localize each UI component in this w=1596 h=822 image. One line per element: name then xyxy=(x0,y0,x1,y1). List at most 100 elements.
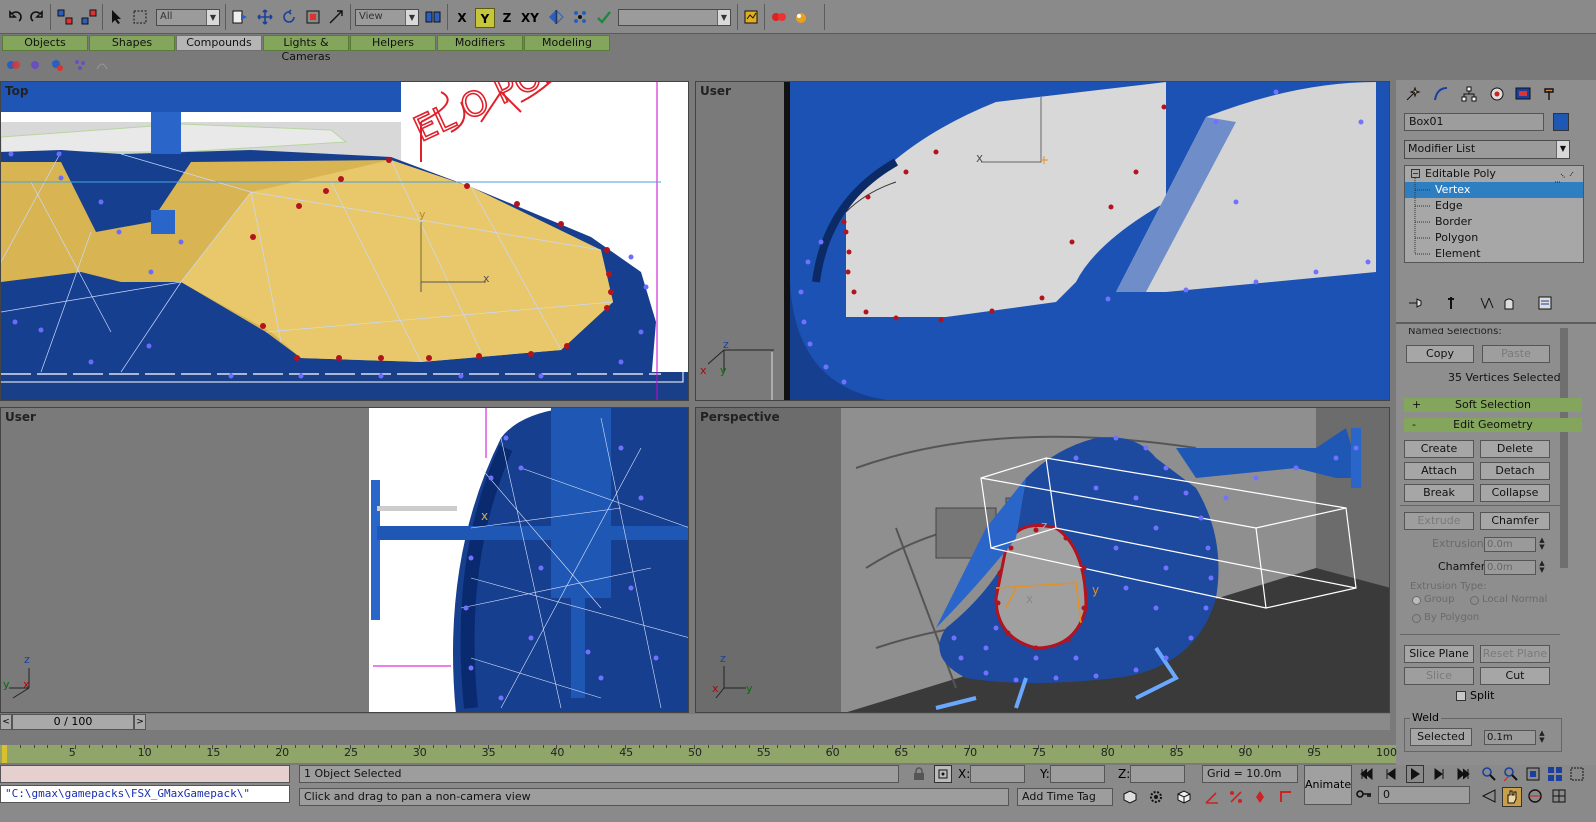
spinner-snap-icon[interactable] xyxy=(1252,789,1268,805)
boolean-icon[interactable] xyxy=(4,56,22,74)
snap-pivot-icon[interactable] xyxy=(327,8,345,26)
key-mode-icon[interactable] xyxy=(1356,786,1372,804)
lock-selection-icon[interactable] xyxy=(912,767,926,781)
field-of-view-icon[interactable] xyxy=(1480,787,1498,805)
object-color-swatch[interactable] xyxy=(1553,113,1569,131)
scale-icon[interactable] xyxy=(304,8,322,26)
animate-button[interactable]: Animate xyxy=(1304,765,1352,805)
undo-icon[interactable] xyxy=(6,8,24,26)
axis-z-button[interactable]: Z xyxy=(497,8,517,28)
next-frame-icon[interactable] xyxy=(1430,765,1448,783)
render-icon[interactable] xyxy=(792,8,810,26)
configure-modifier-sets-icon[interactable] xyxy=(1536,294,1554,312)
maxscript-listener-output[interactable]: "C:\gmax\gamepacks\FSX_GMaxGamepack\" xyxy=(0,785,290,803)
select-arrow-icon[interactable] xyxy=(108,8,126,26)
time-slider-thumb[interactable]: 0 / 100 xyxy=(12,714,134,730)
track-bar[interactable]: 5 10 15 20 25 30 35 40 45 50 55 60 65 70 75 80 85 90 95 100 xyxy=(0,745,1397,763)
weld-threshold-spinner[interactable]: 0.1m xyxy=(1484,730,1536,745)
attach-button[interactable]: Attach xyxy=(1404,462,1474,480)
rollout-scrollbar[interactable] xyxy=(1560,328,1568,568)
axis-y-button[interactable]: Y xyxy=(475,8,495,28)
go-to-end-icon[interactable] xyxy=(1454,765,1472,783)
show-end-result-icon[interactable] xyxy=(1442,294,1460,312)
remove-modifier-icon[interactable] xyxy=(1500,294,1518,312)
tab-objects[interactable]: Objects xyxy=(2,35,88,51)
axis-x-button[interactable]: X xyxy=(452,8,472,28)
region-zoom-icon[interactable] xyxy=(1568,765,1586,783)
region-select-icon[interactable] xyxy=(131,8,149,26)
material-editor-icon[interactable] xyxy=(770,8,788,26)
chevron-left-icon[interactable]: < xyxy=(0,714,12,730)
by-polygon-radio[interactable] xyxy=(1412,614,1421,623)
reset-plane-button[interactable]: Reset Plane xyxy=(1480,645,1550,663)
viewport-top[interactable]: Top y x EL O POR xyxy=(0,81,689,401)
modify-panel-icon[interactable] xyxy=(1432,85,1450,103)
create-button[interactable]: Create xyxy=(1404,440,1474,458)
tab-shapes[interactable]: Shapes xyxy=(89,35,175,51)
group-radio[interactable] xyxy=(1412,596,1421,605)
cube-snap-icon[interactable] xyxy=(1122,789,1138,805)
split-checkbox[interactable] xyxy=(1456,691,1466,701)
hierarchy-panel-icon[interactable] xyxy=(1460,85,1478,103)
selection-filter-dropdown[interactable]: All ▼ xyxy=(156,9,220,26)
spinner-arrows-icon[interactable]: ▲ ▼ xyxy=(1537,560,1547,575)
viewport-user-bottom-left[interactable]: User x z x y xyxy=(0,407,689,713)
make-unique-icon[interactable] xyxy=(1478,294,1496,312)
spinner-arrows-icon[interactable]: ▲ ▼ xyxy=(1537,537,1547,552)
time-slider-track[interactable] xyxy=(0,714,1390,730)
chevron-right-icon[interactable]: > xyxy=(134,714,146,730)
select-by-name-icon[interactable] xyxy=(231,8,249,26)
motion-panel-icon[interactable] xyxy=(1488,85,1506,103)
array-icon[interactable] xyxy=(571,8,589,26)
soft-selection-rollout[interactable]: + Soft Selection xyxy=(1404,398,1582,412)
collapse-button[interactable]: Collapse xyxy=(1480,484,1550,502)
viewport-perspective[interactable]: Perspective y x z z x y xyxy=(695,407,1390,713)
edit-geometry-rollout[interactable]: - Edit Geometry xyxy=(1404,418,1582,432)
current-frame-field[interactable]: 0 xyxy=(1378,786,1470,804)
y-coordinate-field[interactable] xyxy=(1050,765,1105,783)
min-max-toggle-icon[interactable] xyxy=(1550,787,1568,805)
previous-frame-icon[interactable] xyxy=(1382,765,1400,783)
copy-button[interactable]: Copy xyxy=(1406,345,1474,363)
slice-plane-button[interactable]: Slice Plane xyxy=(1404,645,1474,663)
angle-snap-icon[interactable] xyxy=(1204,789,1220,805)
object-name-field[interactable]: Box01 xyxy=(1404,113,1544,131)
gear-icon[interactable] xyxy=(1148,789,1164,805)
maxscript-listener-top[interactable] xyxy=(0,765,290,783)
extrude-button[interactable]: Extrude xyxy=(1404,512,1474,530)
tab-helpers[interactable]: Helpers xyxy=(350,35,436,51)
rotate-icon[interactable] xyxy=(280,8,298,26)
paste-button[interactable]: Paste xyxy=(1482,345,1550,363)
viewport-user-top-right[interactable]: User x + z x y xyxy=(695,81,1390,401)
select-and-link-icon[interactable] xyxy=(56,8,74,26)
chamfer-spinner[interactable]: 0.0m xyxy=(1484,560,1536,575)
modifier-list-dropdown[interactable]: Modifier List ▼ xyxy=(1404,140,1570,159)
arc-rotate-icon[interactable] xyxy=(1526,787,1544,805)
pin-stack-icon[interactable] xyxy=(1406,294,1424,312)
x-coordinate-field[interactable] xyxy=(970,765,1025,783)
chamfer-button[interactable]: Chamfer xyxy=(1480,512,1550,530)
zoom-icon[interactable] xyxy=(1480,765,1498,783)
weld-selected-button[interactable]: Selected xyxy=(1410,728,1472,746)
axis-xy-button[interactable]: XY xyxy=(518,8,542,28)
move-icon[interactable] xyxy=(256,8,274,26)
slice-button[interactable]: Slice xyxy=(1404,667,1474,685)
track-view-icon[interactable] xyxy=(742,8,760,26)
align-icon[interactable] xyxy=(595,8,613,26)
loft-icon[interactable] xyxy=(93,56,111,74)
absolute-mode-icon[interactable] xyxy=(934,765,952,783)
spinner-arrows-icon[interactable]: ▲ ▼ xyxy=(1537,730,1547,745)
pivot-center-icon[interactable] xyxy=(424,8,442,26)
play-icon[interactable] xyxy=(1406,765,1424,783)
pan-view-icon[interactable] xyxy=(1502,787,1522,807)
add-time-tag-button[interactable]: Add Time Tag xyxy=(1017,788,1113,806)
detach-button[interactable]: Detach xyxy=(1480,462,1550,480)
named-selection-sets-dropdown[interactable]: ▼ xyxy=(618,9,731,26)
edit-named-selections-icon[interactable] xyxy=(1278,789,1294,805)
tab-compounds[interactable]: Compounds xyxy=(176,35,262,51)
local-normal-radio[interactable] xyxy=(1470,596,1479,605)
create-panel-icon[interactable] xyxy=(1404,85,1422,103)
utilities-panel-icon[interactable] xyxy=(1540,85,1558,103)
unlink-selection-icon[interactable] xyxy=(80,8,98,26)
tab-modifiers[interactable]: Modifiers xyxy=(437,35,523,51)
